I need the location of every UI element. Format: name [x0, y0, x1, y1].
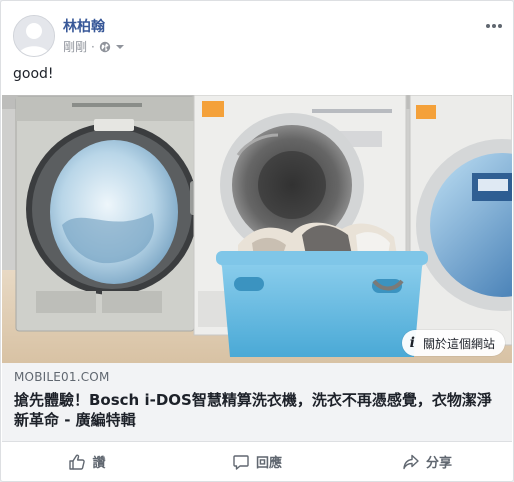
link-title[interactable]: 搶先體驗！Bosch i-DOS智慧精算洗衣機，洗衣不再憑感覺，衣物潔淨新革命 … [14, 390, 500, 430]
share-icon [403, 454, 419, 469]
info-icon: i [409, 335, 415, 351]
globe-icon[interactable] [99, 41, 111, 53]
thumbs-up-icon [69, 454, 86, 470]
avatar[interactable] [13, 15, 55, 57]
about-website-badge[interactable]: i 關於這個網站 [401, 330, 505, 356]
chevron-down-icon[interactable] [115, 42, 125, 52]
share-button[interactable]: 分享 [342, 442, 512, 481]
share-label: 分享 [425, 456, 452, 471]
default-avatar-icon [14, 16, 54, 56]
link-preview[interactable]: MOBILE01.COM 搶先體驗！Bosch i-DOS智慧精算洗衣機，洗衣不… [2, 363, 512, 442]
comment-button[interactable]: 回應 [172, 442, 342, 481]
post-meta: 剛剛 · [63, 38, 125, 55]
post-actions: 讚 回應 分享 [2, 442, 512, 481]
about-website-label: 關於這個網站 [422, 336, 495, 351]
post-card: 林柏翰 剛剛 · good! i 關於這個網站 MOBILE01.COM 搶先體… [0, 0, 514, 482]
more-options-icon[interactable] [485, 15, 503, 29]
meta-separator: · [91, 39, 95, 54]
link-domain: MOBILE01.COM [14, 370, 110, 384]
link-preview-image[interactable]: i 關於這個網站 [2, 95, 512, 363]
comment-icon [233, 454, 249, 470]
like-button[interactable]: 讚 [2, 442, 172, 481]
author-name[interactable]: 林柏翰 [63, 16, 105, 36]
post-timestamp[interactable]: 剛剛 [63, 38, 87, 55]
post-text: good! [13, 66, 54, 82]
washing-machine-photo [2, 95, 512, 363]
like-label: 讚 [92, 456, 106, 471]
post-header: 林柏翰 剛剛 · [13, 13, 503, 57]
comment-label: 回應 [255, 456, 282, 471]
